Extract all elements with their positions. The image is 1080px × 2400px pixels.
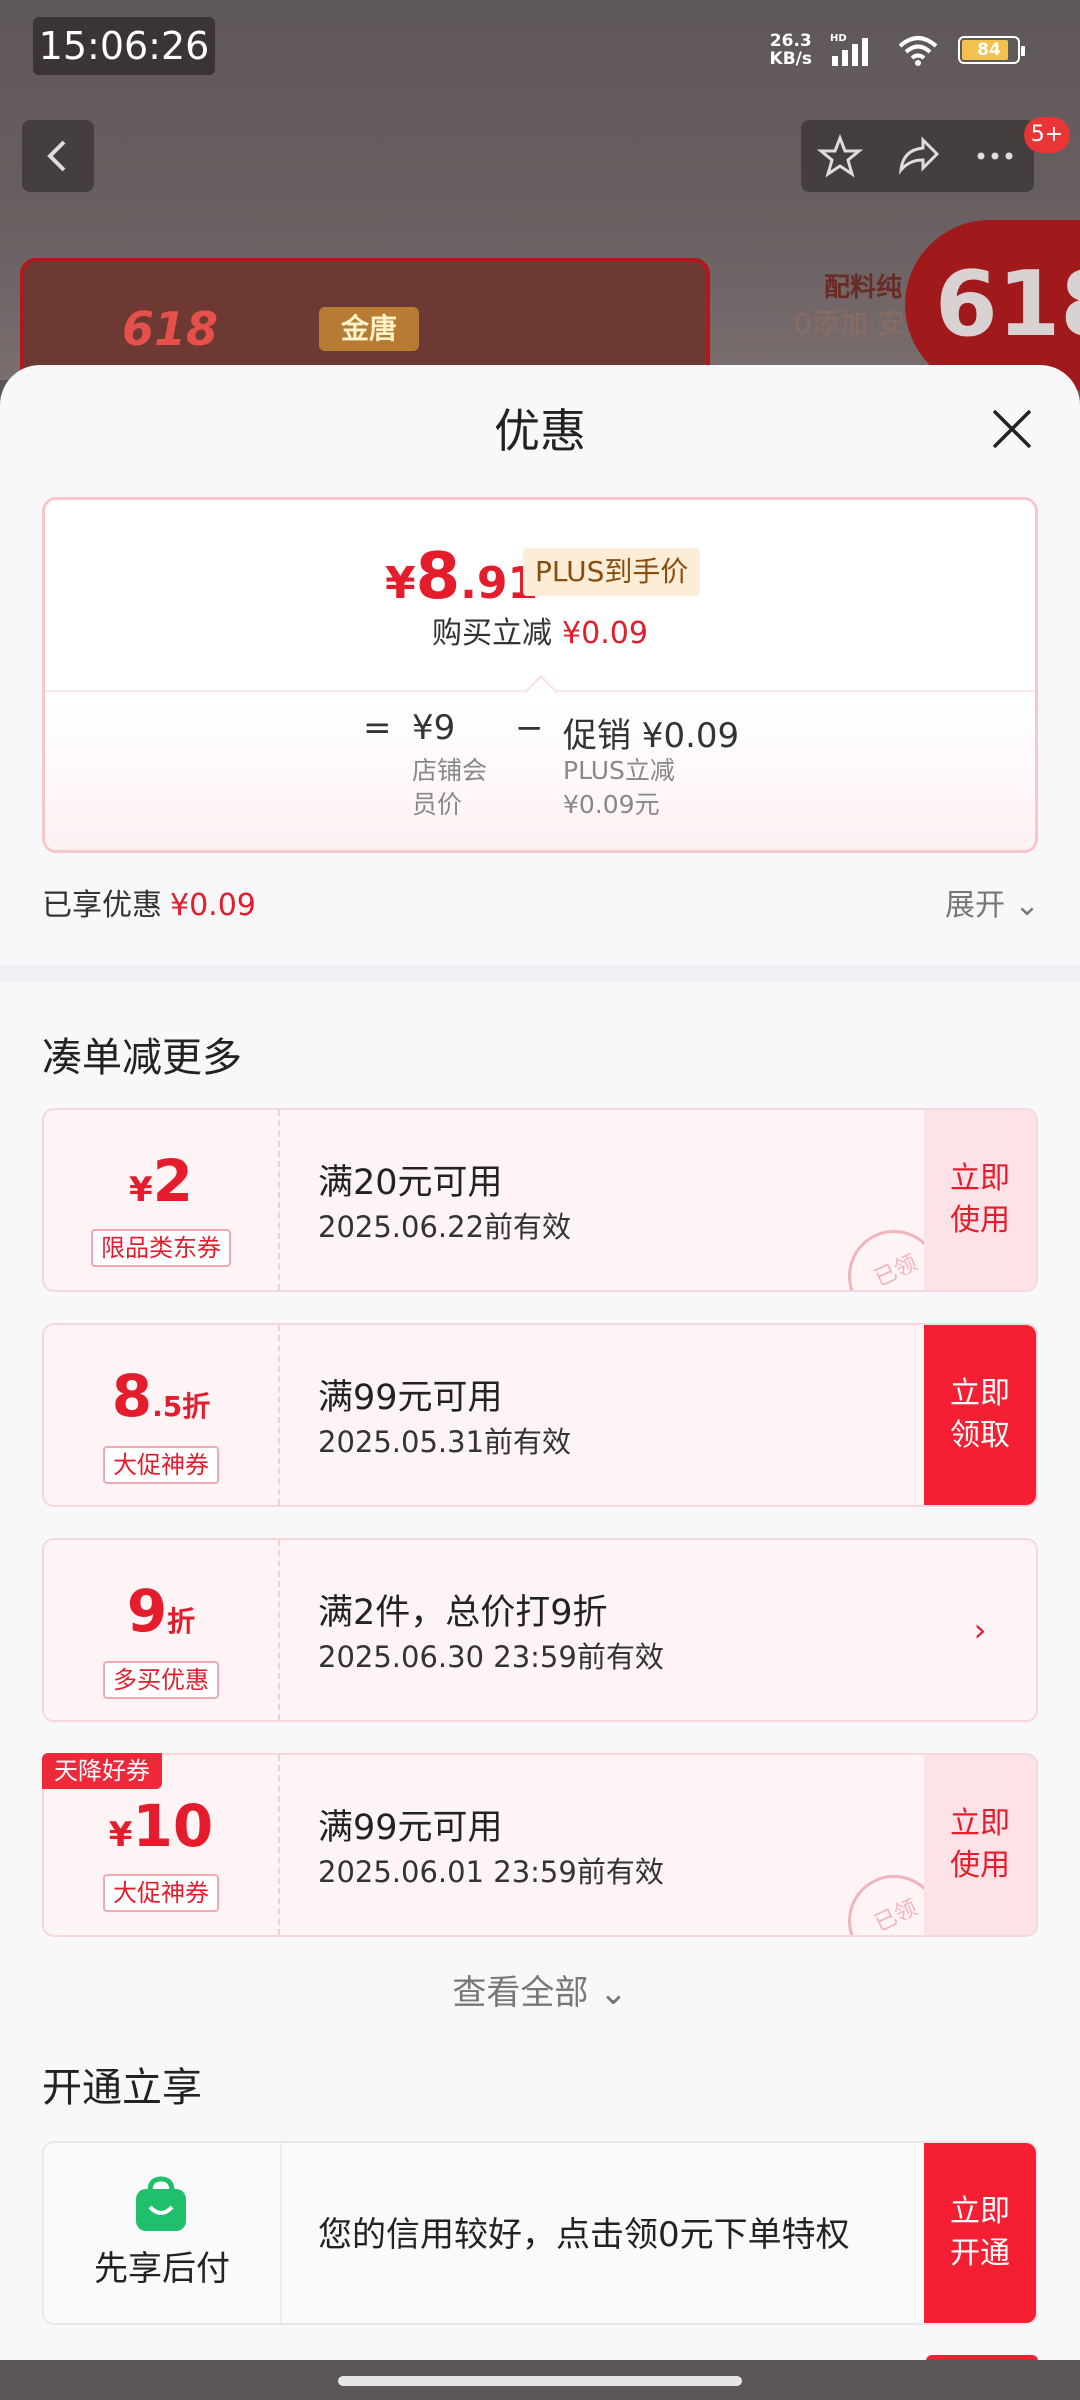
brand-logo: 金唐 (319, 307, 419, 351)
promo-value: 促销 ¥0.09 (563, 716, 740, 756)
home-indicator[interactable] (338, 2376, 742, 2386)
coupon-card[interactable]: 8.5折 大促神券 满99元可用 2025.05.31前有效 立即 领取 (42, 1323, 1038, 1507)
coupon-amount-value: 9 (126, 1577, 168, 1645)
price-breakdown-box: ¥8.91 PLUS到手价 购买立减 ¥0.09 = ¥9 店铺会员价 − 促销 … (42, 497, 1038, 853)
plus-price-tag: PLUS到手价 (523, 548, 701, 596)
section-divider (0, 965, 1080, 983)
price-integer: 8 (415, 540, 461, 614)
more-section-title: 凑单减更多 (42, 1035, 242, 1081)
equals-sign: = (363, 708, 392, 748)
sheet-title: 优惠 (494, 404, 586, 458)
chevron-right-icon[interactable]: › (924, 1540, 1036, 1720)
promo-label-line1: PLUS立减 (563, 756, 675, 785)
view-all-button[interactable]: 查看全部 ⌄ (0, 1965, 1080, 2014)
more-icon[interactable] (971, 132, 1019, 180)
coupon-suffix: .5折 (152, 1390, 211, 1423)
coupon-value-area: 8.5折 大促神券 (44, 1325, 280, 1505)
coupon-amount-value: 2 (152, 1147, 194, 1215)
promo-label: PLUS立减 ¥0.09元 (563, 754, 675, 822)
battery-level: 84 (977, 40, 1001, 60)
share-icon[interactable] (893, 132, 941, 180)
claimed-stamp-text: 已领 (870, 1895, 922, 1937)
coupon-type-tag: 多买优惠 (103, 1661, 219, 1699)
minus-sign: − (515, 708, 544, 748)
battery-icon: 84 (958, 36, 1025, 64)
coupon-card[interactable]: 9折 多买优惠 满2件，总价打9折 2025.06.30 23:59前有效 › (42, 1538, 1038, 1722)
coupon-expiry: 2025.06.01 23:59前有效 (318, 1855, 664, 1889)
coupon-amount: 8.5折 (44, 1361, 278, 1442)
promo-618-text: 618 (122, 302, 219, 356)
use-now-button[interactable]: 立即 使用 (924, 1110, 1036, 1290)
use-now-button[interactable]: 立即 使用 (924, 1755, 1036, 1935)
open-now-button[interactable]: 立即 开通 (924, 2143, 1036, 2323)
coupon-prefix: ¥ (108, 1815, 133, 1855)
back-button[interactable] (22, 120, 94, 192)
open-section-title: 开通立享 (42, 2065, 202, 2111)
status-time: 15:06:26 (33, 17, 215, 75)
enjoyed-value: ¥0.09 (170, 888, 256, 923)
discount-sheet: 优惠 ¥8.91 PLUS到手价 购买立减 ¥0.09 = ¥9 店铺会员价 − … (0, 365, 1080, 2400)
enjoyed-label: 已享优惠 (42, 888, 162, 923)
coupon-expiry: 2025.05.31前有效 (318, 1425, 572, 1459)
coupon-condition: 满99元可用 (318, 1808, 503, 1848)
coupon-condition: 满2件，总价打9折 (318, 1593, 608, 1633)
notification-badge: 5+ (1024, 117, 1070, 153)
coupon-expiry: 2025.06.22前有效 (318, 1210, 572, 1244)
enjoyed-discount: 已享优惠 ¥0.09 (42, 880, 256, 924)
wifi-icon (898, 36, 938, 66)
coupon-ribbon: 天降好券 (42, 1753, 162, 1789)
claim-now-button[interactable]: 立即 领取 (924, 1325, 1036, 1505)
coupon-type-tag: 限品类东券 (91, 1229, 231, 1267)
instant-reduction: 购买立减 ¥0.09 (45, 608, 1035, 652)
coupon-type-tag: 大促神券 (103, 1874, 219, 1912)
instant-reduction-value: ¥0.09 (562, 616, 648, 651)
promo-label-line2: ¥0.09元 (563, 790, 660, 819)
coupon-value-area: ¥2 限品类东券 (44, 1110, 280, 1290)
claimed-stamp-text: 已领 (870, 1250, 922, 1292)
status-bar: 15:06:26 26.3 KB/s HD 84 (0, 0, 1080, 100)
pay-later-description: 您的信用较好，点击领0元下单特权 (318, 2215, 850, 2255)
net-speed-value: 26.3 (769, 31, 812, 51)
top-action-group (801, 120, 1034, 192)
coupon-type-tag: 大促神券 (103, 1446, 219, 1484)
coupon-amount: ¥10 (44, 1791, 278, 1870)
coupon-prefix: ¥ (128, 1170, 153, 1210)
coupon-amount: 9折 (44, 1576, 278, 1657)
chevron-left-icon (47, 140, 66, 172)
final-price: ¥8.91 (385, 540, 538, 614)
coupon-condition: 满20元可用 (318, 1163, 503, 1203)
status-icons: 26.3 KB/s HD 84 (770, 30, 1025, 70)
coupon-amount-value: 8 (111, 1362, 153, 1430)
pay-later-label: 先享后付 (94, 2249, 230, 2289)
pay-later-card[interactable]: 先享后付 您的信用较好，点击领0元下单特权 立即 开通 (42, 2141, 1038, 2325)
net-speed-unit: KB/s (769, 49, 812, 69)
expand-button[interactable]: 展开 ⌄ (945, 880, 1040, 924)
coupon-condition: 满99元可用 (318, 1378, 503, 1418)
pay-later-brand: 先享后付 (44, 2143, 282, 2323)
hd-label: HD (830, 33, 847, 44)
coupon-amount: ¥2 (44, 1146, 278, 1225)
banner-text-1: 配料纯 (824, 273, 903, 303)
member-price-value: ¥9 (412, 708, 456, 748)
coupon-expiry: 2025.06.30 23:59前有效 (318, 1640, 664, 1674)
star-icon[interactable] (816, 132, 864, 180)
banner-text-2: 0添加·安 (794, 307, 905, 340)
price-formula: = ¥9 店铺会员价 − 促销 ¥0.09 PLUS立减 ¥0.09元 (45, 708, 1041, 838)
coupon-suffix: 折 (167, 1605, 196, 1638)
coupon-value-area: 9折 多买优惠 (44, 1540, 280, 1720)
coupon-card[interactable]: ¥10 大促神券 满99元可用 2025.06.01 23:59前有效 已领 立… (42, 1753, 1038, 1937)
member-price-label: 店铺会员价 (412, 756, 488, 819)
net-speed: 26.3 KB/s (770, 32, 812, 68)
signal-icon: HD (830, 33, 868, 66)
close-icon[interactable] (988, 405, 1036, 453)
coupon-card[interactable]: ¥2 限品类东券 满20元可用 2025.06.22前有效 已领 立即 使用 (42, 1108, 1038, 1292)
instant-reduction-label: 购买立减 (432, 616, 553, 651)
price-currency: ¥ (385, 558, 416, 609)
shopping-bag-icon (136, 2176, 186, 2231)
coupon-amount-value: 10 (132, 1792, 214, 1860)
